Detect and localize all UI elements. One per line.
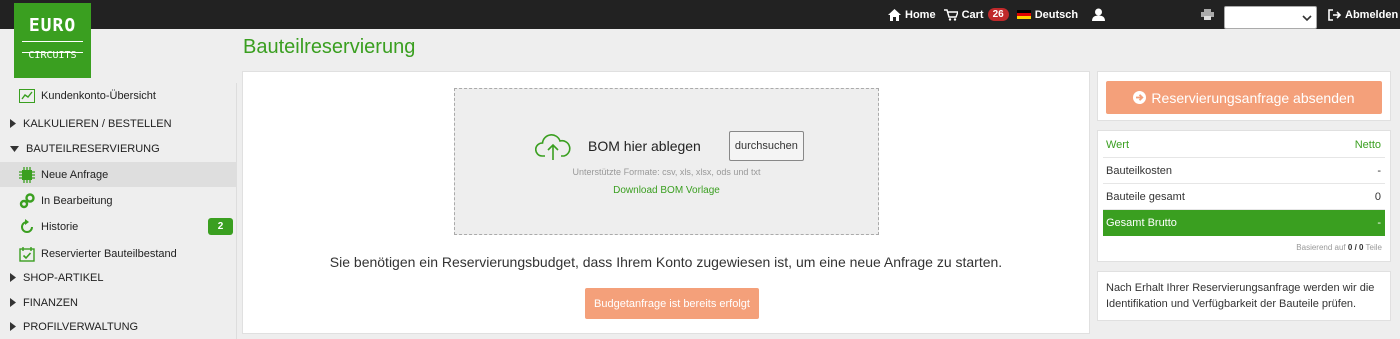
caret-right-icon bbox=[10, 322, 16, 331]
main-panel: BOM hier ablegen durchsuchen Unterstützt… bbox=[242, 71, 1090, 334]
budget-message: Sie benötigen ein Reservierungsbudget, d… bbox=[329, 254, 1003, 270]
chevron-down-icon bbox=[1302, 15, 1312, 22]
user-menu[interactable] bbox=[1092, 8, 1109, 21]
cart-count-badge: 26 bbox=[987, 8, 1009, 21]
sidebar-item-new-request[interactable]: Neue Anfrage bbox=[0, 162, 237, 187]
sidebar-section-label: PROFILVERWALTUNG bbox=[23, 320, 139, 333]
chart-icon bbox=[19, 88, 35, 103]
summary-row-value: 0 bbox=[1374, 190, 1381, 203]
german-flag-icon bbox=[1016, 9, 1031, 20]
sidebar-section-label: KALKULIEREN / BESTELLEN bbox=[23, 117, 172, 130]
language-switch[interactable]: Deutsch bbox=[1016, 8, 1079, 21]
refresh-icon bbox=[21, 218, 33, 233]
summary-header-right: Netto bbox=[1354, 138, 1381, 151]
caret-right-icon bbox=[10, 119, 16, 128]
top-bar bbox=[0, 0, 1400, 29]
summary-row-label: Bauteile gesamt bbox=[1106, 190, 1185, 203]
summary-header-left: Wert bbox=[1106, 138, 1130, 151]
printer-button[interactable] bbox=[1201, 0, 1214, 29]
user-icon bbox=[1092, 8, 1106, 21]
top-nav: Home Cart 26 Deutsch bbox=[888, 0, 1117, 29]
printer-icon bbox=[1201, 9, 1214, 20]
logout-label: Abmelden bbox=[1345, 8, 1399, 21]
cart-label: Cart bbox=[961, 8, 984, 21]
cart-link[interactable]: Cart 26 bbox=[943, 8, 1009, 21]
sidebar-section-finance[interactable]: FINANZEN bbox=[0, 290, 237, 315]
calendar-check-icon bbox=[19, 246, 35, 262]
summary-header: Wert Netto bbox=[1103, 132, 1385, 158]
sidebar-section-shop[interactable]: SHOP-ARTIKEL bbox=[0, 265, 237, 290]
summary-row-value: - bbox=[1377, 164, 1381, 177]
sidebar-section-label: BAUTEILRESERVIERUNG bbox=[26, 142, 160, 155]
sidebar-item-label: Historie bbox=[41, 220, 79, 233]
sidebar-section-label: SHOP-ARTIKEL bbox=[23, 271, 104, 284]
chip-icon bbox=[19, 166, 35, 183]
cloud-upload-icon bbox=[535, 134, 571, 160]
summary-footnote: Basierend auf 0 / 0 Teile bbox=[1296, 243, 1382, 252]
download-bom-template-link[interactable]: Download BOM Vorlage bbox=[455, 185, 878, 196]
summary-row-label: Bauteilkosten bbox=[1106, 164, 1173, 177]
sidebar: Kundenkonto-Übersicht KALKULIEREN / BEST… bbox=[0, 83, 237, 339]
header-select[interactable] bbox=[1224, 6, 1317, 29]
eurocircuits-logo[interactable]: EURO CIRCUITS bbox=[14, 3, 91, 78]
supported-formats-text: Unterstützte Formate: csv, xls, xlsx, od… bbox=[572, 167, 761, 177]
logo-text-top: EURO bbox=[28, 15, 77, 36]
sidebar-item-overview[interactable]: Kundenkonto-Übersicht bbox=[0, 83, 237, 108]
info-text-box: Nach Erhalt Ihrer Reservierungsanfrage w… bbox=[1097, 271, 1391, 321]
home-label: Home bbox=[905, 8, 936, 21]
caret-down-icon bbox=[10, 145, 19, 152]
home-link[interactable]: Home bbox=[888, 8, 936, 21]
language-label: Deutsch bbox=[1034, 8, 1079, 21]
sidebar-item-label: Kundenkonto-Übersicht bbox=[41, 89, 156, 102]
cost-summary: Wert Netto Bauteilkosten - Bauteile gesa… bbox=[1097, 130, 1391, 262]
caret-right-icon bbox=[10, 298, 16, 307]
bom-dropzone[interactable]: BOM hier ablegen durchsuchen Unterstützt… bbox=[454, 88, 879, 235]
arrow-circle-right-icon bbox=[1133, 91, 1147, 104]
summary-row: Bauteile gesamt 0 bbox=[1103, 184, 1385, 210]
summary-row: Bauteilkosten - bbox=[1103, 158, 1385, 184]
sidebar-item-history[interactable]: Historie 2 bbox=[0, 214, 237, 239]
summary-total-value: - bbox=[1377, 217, 1381, 229]
history-count-badge: 2 bbox=[208, 218, 233, 235]
sidebar-section-reservation[interactable]: BAUTEILRESERVIERUNG bbox=[0, 136, 237, 161]
budget-request-button[interactable]: Budgetanfrage ist bereits erfolgt bbox=[585, 288, 759, 319]
sidebar-section-calc[interactable]: KALKULIEREN / BESTELLEN bbox=[0, 111, 237, 136]
logout-icon bbox=[1328, 8, 1341, 21]
sidebar-item-label: Neue Anfrage bbox=[41, 168, 109, 181]
sidebar-item-reserved-stock[interactable]: Reservierter Bauteilbestand bbox=[0, 241, 237, 266]
page-title: Bauteilreservierung bbox=[243, 36, 416, 58]
caret-right-icon bbox=[10, 273, 16, 282]
browse-button[interactable]: durchsuchen bbox=[728, 131, 804, 161]
sidebar-item-label: Reservierter Bauteilbestand bbox=[41, 247, 177, 260]
summary-total-label: Gesamt Brutto bbox=[1106, 217, 1177, 229]
summary-total-row: Gesamt Brutto - bbox=[1103, 210, 1385, 236]
sidebar-item-in-progress[interactable]: In Bearbeitung bbox=[0, 188, 237, 213]
home-icon bbox=[888, 8, 901, 21]
cart-icon bbox=[943, 8, 958, 21]
sidebar-section-label: FINANZEN bbox=[23, 296, 78, 309]
submit-button-label: Reservierungsanfrage absenden bbox=[1151, 89, 1355, 106]
info-text: Nach Erhalt Ihrer Reservierungsanfrage w… bbox=[1106, 282, 1375, 310]
gears-icon bbox=[19, 192, 35, 208]
sidebar-item-label: In Bearbeitung bbox=[41, 194, 113, 207]
logout-link[interactable]: Abmelden bbox=[1328, 0, 1400, 29]
sidebar-section-profile[interactable]: PROFILVERWALTUNG bbox=[0, 314, 237, 339]
dropzone-title: BOM hier ablegen bbox=[588, 138, 701, 154]
submit-reservation-button[interactable]: Reservierungsanfrage absenden bbox=[1106, 81, 1382, 114]
